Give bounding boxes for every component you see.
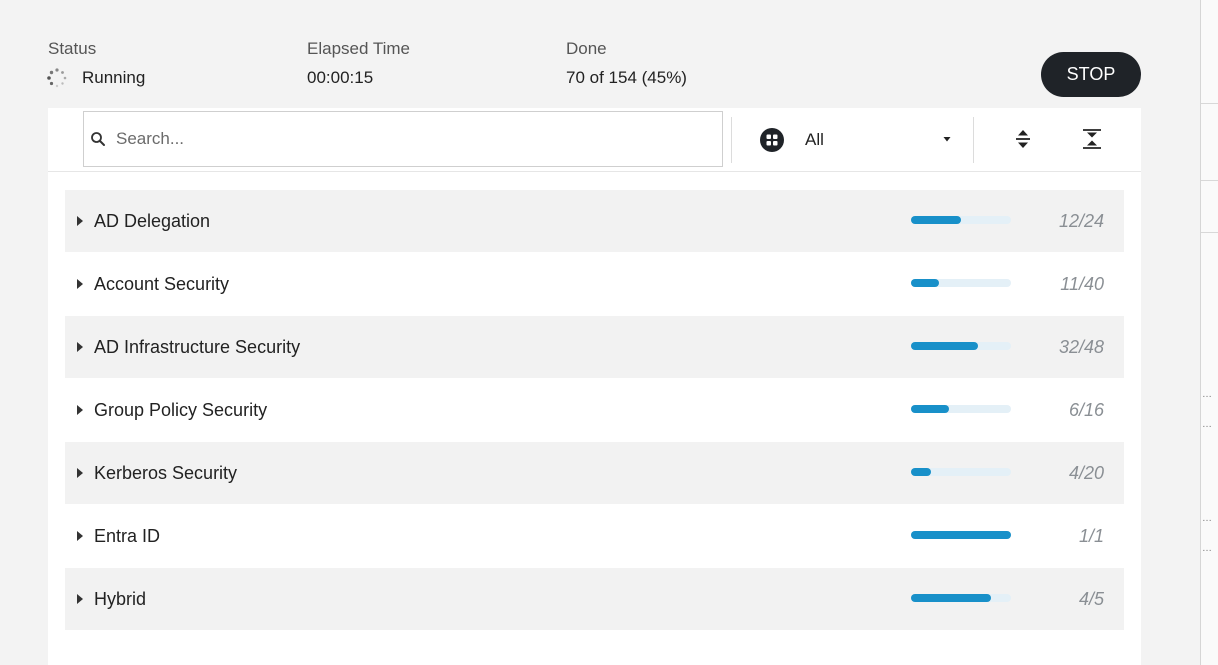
search-input[interactable]: [114, 128, 678, 150]
progress-fill: [911, 279, 939, 287]
adjacent-window-edge: … … … …: [1200, 0, 1218, 665]
done-label: Done: [566, 39, 607, 58]
progress-fill: [911, 594, 991, 602]
status-label: Status: [48, 39, 97, 58]
category-row[interactable]: Kerberos Security 4/20: [65, 442, 1124, 504]
scan-progress-panel: Status Running Elapsed Time 00:00:15 Don…: [0, 0, 1200, 665]
progress-count: 4/20: [1068, 463, 1104, 483]
spinner-icon: [47, 68, 67, 88]
expand-all-button[interactable]: [1008, 124, 1038, 154]
ellipsis-icon: …: [1202, 419, 1212, 430]
collapse-all-icon: [1083, 129, 1101, 149]
toolbar: All: [48, 108, 1141, 172]
category-filter-dropdown[interactable]: All: [760, 125, 960, 155]
progress-bar: [911, 342, 1011, 350]
category-row[interactable]: AD Infrastructure Security 32/48: [65, 316, 1124, 378]
category-row[interactable]: AD Delegation 12/24: [65, 190, 1124, 252]
expand-arrow-icon[interactable]: [77, 594, 83, 604]
progress-count: 32/48: [1058, 337, 1104, 357]
category-name: Hybrid: [94, 589, 147, 609]
status-block: Status Running: [47, 38, 146, 89]
category-card: All: [48, 108, 1141, 665]
category-name: Account Security: [94, 274, 230, 294]
divider: [1201, 180, 1218, 181]
category-name: AD Delegation: [94, 211, 211, 231]
progress-bar: [911, 468, 1011, 476]
category-row[interactable]: Account Security 11/40: [65, 253, 1124, 315]
category-name: AD Infrastructure Security: [94, 337, 301, 357]
ellipsis-icon: …: [1202, 513, 1212, 524]
progress-bar: [911, 594, 1011, 602]
toolbar-divider: [731, 117, 732, 163]
divider: [1201, 232, 1218, 233]
elapsed-label: Elapsed Time: [307, 39, 410, 58]
expand-arrow-icon[interactable]: [77, 405, 83, 415]
search-box[interactable]: [83, 111, 723, 167]
progress-fill: [911, 531, 1011, 539]
progress-fill: [911, 468, 931, 476]
progress-fill: [911, 405, 949, 413]
progress-fill: [911, 342, 978, 350]
category-row[interactable]: Hybrid 4/5: [65, 568, 1124, 630]
expand-arrow-icon[interactable]: [77, 468, 83, 478]
progress-count: 12/24: [1058, 211, 1104, 231]
progress-count: 1/1: [1078, 526, 1104, 546]
status-text: Running: [82, 68, 146, 87]
progress-count: 11/40: [1060, 274, 1104, 294]
elapsed-block: Elapsed Time 00:00:15: [307, 38, 410, 89]
category-name: Kerberos Security: [94, 463, 238, 483]
category-name: Group Policy Security: [94, 400, 268, 420]
stop-button[interactable]: STOP: [1041, 52, 1141, 97]
category-name: Entra ID: [94, 526, 161, 546]
category-filter-icon: [760, 128, 784, 152]
expand-arrow-icon[interactable]: [77, 531, 83, 541]
collapse-all-button[interactable]: [1077, 124, 1107, 154]
ellipsis-icon: …: [1202, 543, 1212, 554]
expand-all-icon: [1016, 130, 1030, 148]
progress-bar: [911, 405, 1011, 413]
progress-count: 4/5: [1078, 589, 1104, 609]
progress-bar: [911, 531, 1011, 539]
expand-arrow-icon[interactable]: [77, 342, 83, 352]
progress-fill: [911, 216, 961, 224]
progress-bar: [911, 279, 1011, 287]
search-icon: [91, 132, 105, 146]
category-row[interactable]: Entra ID 1/1: [65, 505, 1124, 567]
status-value: Running: [47, 67, 146, 89]
elapsed-value: 00:00:15: [307, 68, 374, 87]
ellipsis-icon: …: [1202, 389, 1212, 400]
done-value: 70 of 154 (45%): [566, 68, 687, 87]
expand-arrow-icon[interactable]: [77, 216, 83, 226]
divider: [1201, 103, 1218, 104]
done-block: Done 70 of 154 (45%): [566, 38, 687, 89]
toolbar-divider: [973, 117, 974, 163]
dropdown-caret-icon: [943, 137, 951, 142]
progress-count: 6/16: [1068, 400, 1104, 420]
progress-bar: [911, 216, 1011, 224]
expand-arrow-icon[interactable]: [77, 279, 83, 289]
category-row[interactable]: Group Policy Security 6/16: [65, 379, 1124, 441]
filter-selected-value: All: [805, 130, 824, 149]
